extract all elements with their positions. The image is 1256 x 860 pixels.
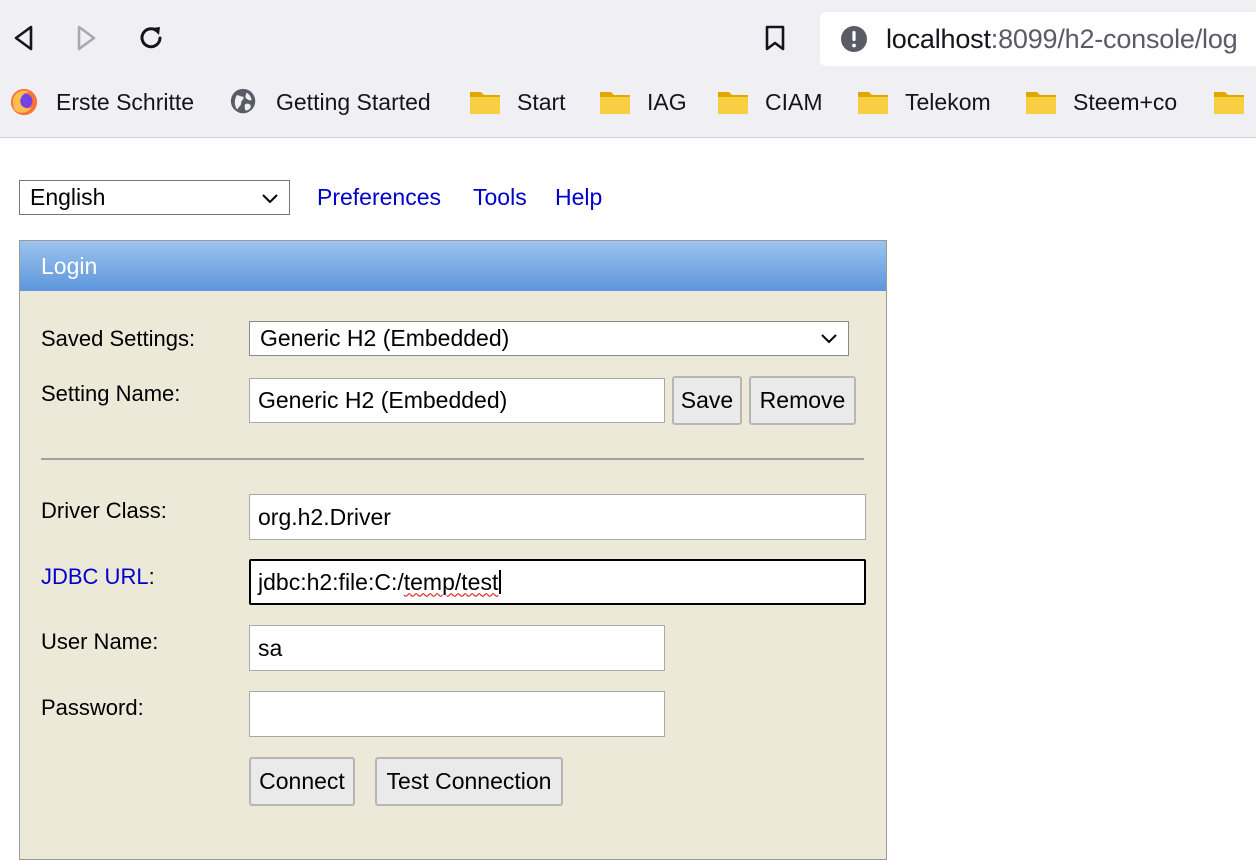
site-info-icon[interactable] [840,25,868,53]
jdbc-url-value-prefix: jdbc:h2:file:C:/ [258,568,404,595]
user-name-value: sa [258,634,283,661]
setting-name-value: Generic H2 (Embedded) [258,387,508,413]
text-cursor [499,570,502,594]
bookmark-erste-schritte[interactable]: Erste Schritte [8,78,194,126]
language-value: English [30,184,106,210]
driver-class-label: Driver Class: [41,498,167,523]
language-select[interactable]: English [19,180,290,215]
url-host: localhost [886,23,991,54]
bookmark-folder-steem-co[interactable]: Steem+co [1025,78,1177,126]
test-connection-button[interactable]: Test Connection [375,757,563,806]
forward-arrow-icon [77,25,96,51]
setting-name-label: Setting Name: [41,381,181,406]
bookmark-label: Steem+co [1073,88,1178,115]
user-name-label: User Name: [41,629,159,654]
bookmark-folder-iag[interactable]: IAG [599,78,687,126]
bookmark-label: Start [517,88,566,115]
bookmark-folder-start[interactable]: Start [469,78,566,126]
saved-settings-label: Saved Settings: [41,326,196,351]
bookmark-label: Erste Schritte [56,88,195,115]
bookmark-label: IAG [647,88,687,115]
saved-settings-select[interactable]: Generic H2 (Embedded) [249,321,849,356]
browser-toolbar: localhost:8099/h2-console/log [0,0,1256,78]
bookmark-folder-ciam[interactable]: CIAM [717,78,823,126]
chevron-down-icon [262,194,278,204]
saved-settings-value: Generic H2 (Embedded) [260,325,510,351]
bookmarks-bar: Erste Schritte Getting Started Start IAG… [0,78,1256,138]
password-label: Password: [41,695,144,720]
folder-icon [1026,92,1056,114]
jdbc-url-input[interactable]: jdbc:h2:file:C:/temp/test [249,559,866,605]
back-button[interactable] [4,18,44,58]
chevron-down-icon [821,334,837,344]
url-bar[interactable]: localhost:8099/h2-console/log [820,12,1256,66]
driver-class-value: org.h2.Driver [258,503,391,530]
login-panel: Login Saved Settings: Generic H2 (Embedd… [19,240,887,860]
bookmark-label: CIAM [765,88,823,115]
reload-button[interactable] [131,18,171,58]
globe-icon [230,88,256,114]
remove-button[interactable]: Remove [749,376,856,425]
folder-icon [718,92,748,114]
bookmark-label: Telekom [905,88,991,115]
setting-name-input[interactable]: Generic H2 (Embedded) [249,378,665,423]
bookmark-getting-started[interactable]: Getting Started [228,78,431,126]
folder-icon [600,92,630,114]
bookmark-label: Getting Started [276,88,431,115]
reload-icon [140,27,162,49]
driver-class-input[interactable]: org.h2.Driver [249,494,866,540]
divider [41,458,864,460]
folder-icon [1214,92,1244,114]
bookmark-folder-telekom[interactable]: Telekom [857,78,991,126]
help-link[interactable]: Help [555,184,602,211]
bookmark-page-button[interactable] [755,18,795,58]
folder-icon [470,92,500,114]
firefox-icon [10,88,38,116]
password-input[interactable] [249,691,665,737]
connect-button[interactable]: Connect [249,757,355,806]
save-button[interactable]: Save [672,376,742,425]
jdbc-url-value-spellcheck: temp/test [403,568,499,595]
tools-link[interactable]: Tools [473,184,527,211]
back-arrow-icon [14,25,33,51]
preferences-link[interactable]: Preferences [317,184,441,211]
folder-icon [858,92,888,114]
jdbc-url-colon: : [148,564,155,589]
user-name-input[interactable]: sa [249,625,665,671]
jdbc-url-help-link[interactable]: JDBC URL [41,564,149,589]
url-path: :8099/h2-console/log [990,23,1238,54]
bookmark-folder-overflow[interactable] [1213,78,1256,126]
forward-button[interactable] [66,18,106,58]
jdbc-url-label: JDBC URL: [41,564,155,590]
url-text[interactable]: localhost:8099/h2-console/log [886,23,1238,55]
login-title: Login [20,241,886,291]
bookmark-icon [765,25,785,51]
